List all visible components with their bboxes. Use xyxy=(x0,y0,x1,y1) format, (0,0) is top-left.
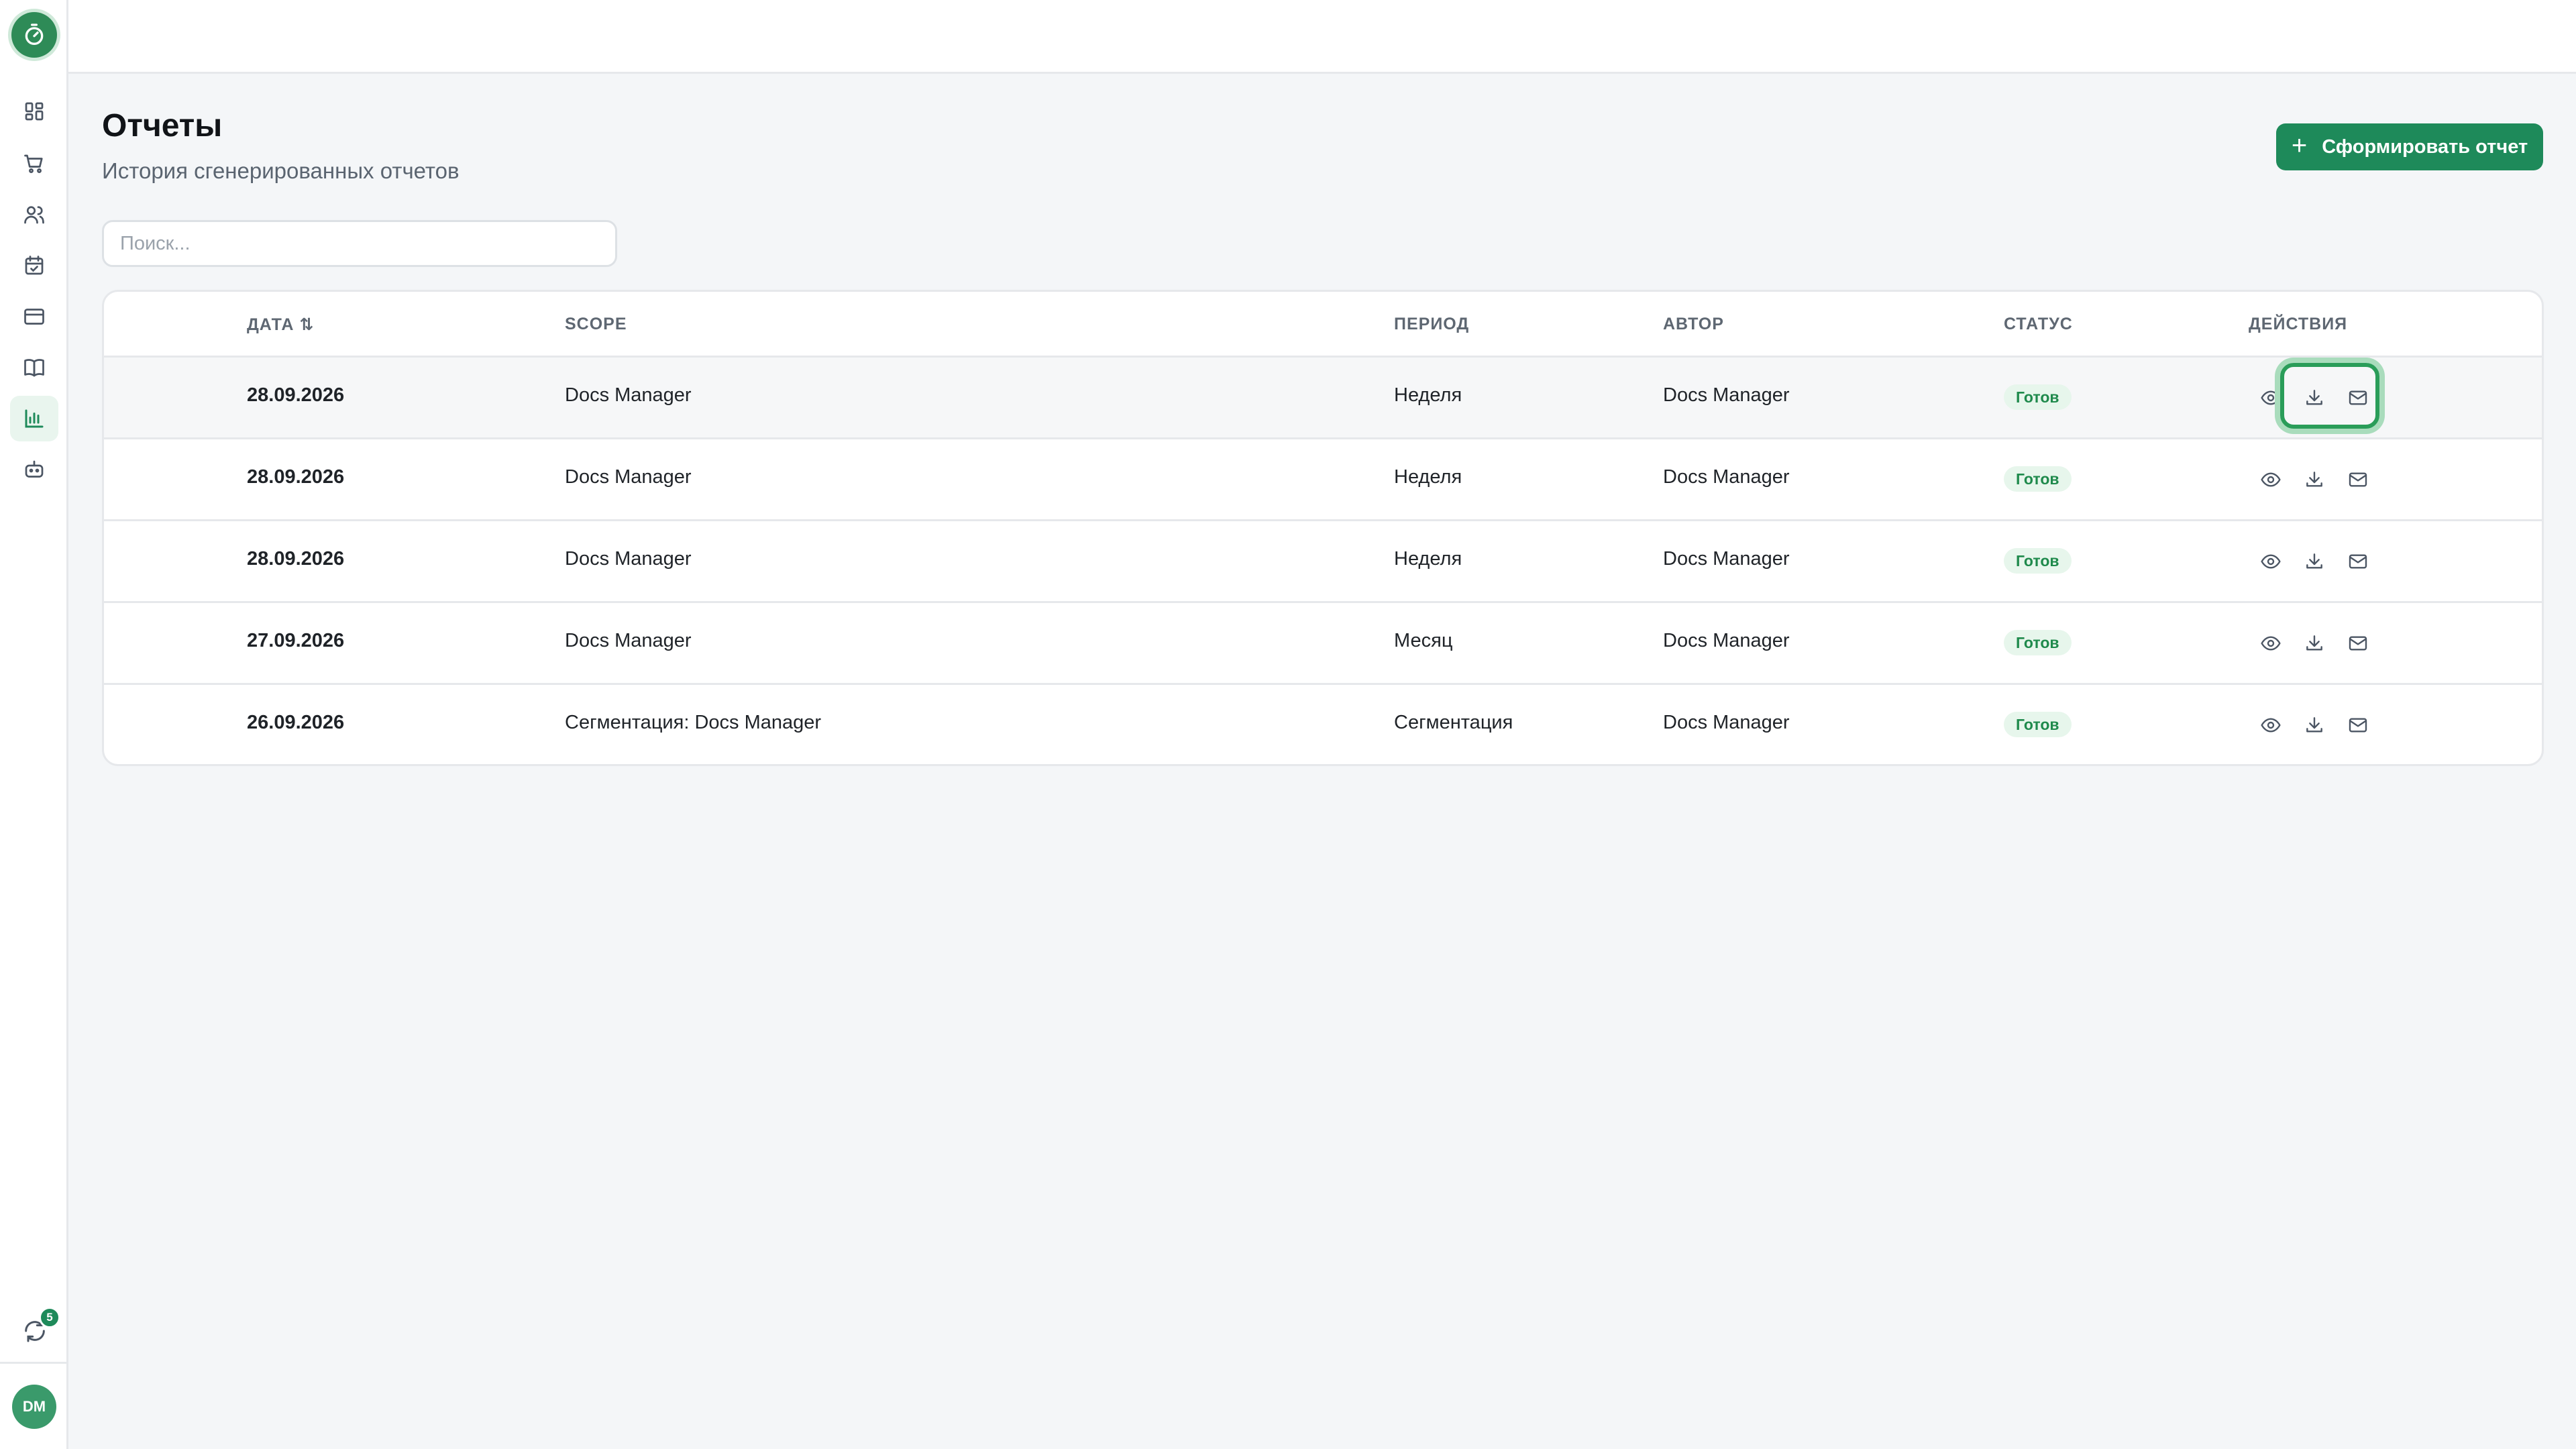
status-badge: Готов xyxy=(2004,466,2072,492)
row-author: Docs Manager xyxy=(1663,630,1790,651)
table-row[interactable]: 28.09.2026 Docs Manager Неделя Docs Mana… xyxy=(104,439,2542,521)
column-author: АВТОР xyxy=(1663,315,1724,333)
generate-report-button[interactable]: + Сформировать отчет xyxy=(2276,123,2543,170)
row-scope: Docs Manager xyxy=(565,630,692,651)
users-icon[interactable] xyxy=(10,192,58,237)
avatar[interactable]: DM xyxy=(12,1385,56,1429)
column-period: ПЕРИОД xyxy=(1394,315,1470,333)
reports-table: ДАТА ⇅ SCOPE ПЕРИОД АВТОР СТАТУС ДЕЙСТВИЯ… xyxy=(102,290,2544,766)
status-badge: Готов xyxy=(2004,384,2072,410)
sidebar-divider xyxy=(0,1362,68,1364)
sidebar: 5 DM xyxy=(0,0,68,1449)
table-row[interactable]: 28.09.2026 Docs Manager Неделя Docs Mana… xyxy=(104,358,2542,439)
row-date: 27.09.2026 xyxy=(247,630,345,651)
column-date[interactable]: ДАТА ⇅ xyxy=(247,315,314,335)
row-scope: Docs Manager xyxy=(565,384,692,406)
cart-icon[interactable] xyxy=(10,141,58,186)
eye-icon[interactable] xyxy=(2256,383,2286,413)
row-date: 28.09.2026 xyxy=(247,466,345,488)
generate-report-label: Сформировать отчет xyxy=(2322,136,2528,158)
top-bar xyxy=(68,0,2576,74)
column-date-label: ДАТА xyxy=(247,315,294,334)
row-period: Неделя xyxy=(1394,384,1462,406)
row-author: Docs Manager xyxy=(1663,466,1790,488)
status-badge: Готов xyxy=(2004,548,2072,574)
bot-icon[interactable] xyxy=(10,447,58,492)
plus-icon: + xyxy=(2291,131,2308,160)
mail-icon[interactable] xyxy=(2343,629,2373,658)
eye-icon[interactable] xyxy=(2256,629,2286,658)
mail-icon[interactable] xyxy=(2343,465,2373,494)
mail-icon[interactable] xyxy=(2343,710,2373,740)
download-icon[interactable] xyxy=(2300,383,2329,413)
sort-icon[interactable]: ⇅ xyxy=(299,315,314,335)
stopwatch-icon[interactable] xyxy=(11,12,57,58)
download-icon[interactable] xyxy=(2300,547,2329,576)
table-row[interactable]: 27.09.2026 Docs Manager Месяц Docs Manag… xyxy=(104,603,2542,685)
table-header: ДАТА ⇅ SCOPE ПЕРИОД АВТОР СТАТУС ДЕЙСТВИЯ xyxy=(104,292,2542,358)
page-subtitle: История сгенерированных отчетов xyxy=(102,158,460,183)
row-scope: Docs Manager xyxy=(565,466,692,488)
row-period: Неделя xyxy=(1394,466,1462,488)
column-scope: SCOPE xyxy=(565,315,627,333)
eye-icon[interactable] xyxy=(2256,465,2286,494)
eye-icon[interactable] xyxy=(2256,710,2286,740)
status-badge: Готов xyxy=(2004,712,2072,737)
download-icon[interactable] xyxy=(2300,629,2329,658)
book-icon[interactable] xyxy=(10,345,58,390)
row-period: Месяц xyxy=(1394,630,1453,651)
sync-count-badge: 5 xyxy=(39,1307,60,1328)
status-badge: Готов xyxy=(2004,630,2072,655)
mail-icon[interactable] xyxy=(2343,383,2373,413)
dashboard-icon[interactable] xyxy=(10,89,58,134)
mail-icon[interactable] xyxy=(2343,547,2373,576)
bar-chart-icon[interactable] xyxy=(10,396,58,441)
row-author: Docs Manager xyxy=(1663,384,1790,406)
table-row[interactable]: 26.09.2026 Сегментация: Docs Manager Сег… xyxy=(104,685,2542,764)
download-icon[interactable] xyxy=(2300,465,2329,494)
credit-card-icon[interactable] xyxy=(10,294,58,339)
page-title: Отчеты xyxy=(102,108,223,144)
row-date: 28.09.2026 xyxy=(247,548,345,570)
row-author: Docs Manager xyxy=(1663,712,1790,733)
column-status: СТАТУС xyxy=(2004,315,2073,333)
row-period: Неделя xyxy=(1394,548,1462,570)
sync-icon[interactable]: 5 xyxy=(16,1307,60,1350)
eye-icon[interactable] xyxy=(2256,547,2286,576)
search-input[interactable] xyxy=(102,220,617,267)
calendar-check-icon[interactable] xyxy=(10,243,58,288)
table-row[interactable]: 28.09.2026 Docs Manager Неделя Docs Mana… xyxy=(104,521,2542,603)
row-period: Сегментация xyxy=(1394,712,1513,733)
row-author: Docs Manager xyxy=(1663,548,1790,570)
row-scope: Docs Manager xyxy=(565,548,692,570)
row-date: 26.09.2026 xyxy=(247,712,345,733)
row-scope: Сегментация: Docs Manager xyxy=(565,712,822,733)
download-icon[interactable] xyxy=(2300,710,2329,740)
row-date: 28.09.2026 xyxy=(247,384,345,406)
column-actions: ДЕЙСТВИЯ xyxy=(2249,315,2348,333)
